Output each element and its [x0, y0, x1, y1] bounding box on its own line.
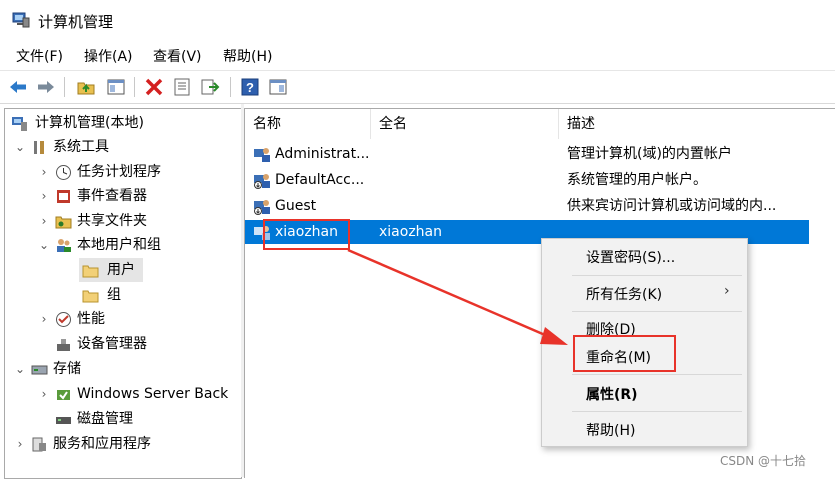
menu-bar: 文件(F) 操作(A) 查看(V) 帮助(H) — [0, 42, 835, 70]
menu-action[interactable]: 操作(A) — [84, 46, 133, 66]
menu-view[interactable]: 查看(V) — [153, 46, 202, 66]
view-icon[interactable] — [268, 77, 288, 97]
tree-groups[interactable]: 组 — [79, 283, 139, 307]
device-manager-icon — [57, 339, 70, 351]
tree-root[interactable]: 计算机管理(本地) — [9, 111, 239, 135]
properties-icon[interactable] — [172, 77, 192, 97]
chevron-right-icon[interactable]: › — [13, 432, 27, 456]
user-row[interactable]: Guest 供来宾访问计算机或访问域的内... — [245, 194, 835, 218]
user-icon — [254, 148, 270, 162]
chevron-down-icon[interactable]: ⌄ — [13, 135, 27, 159]
column-header-description[interactable]: 描述 — [559, 109, 835, 139]
performance-icon — [56, 312, 71, 327]
tree-users[interactable]: 用户 — [79, 258, 143, 282]
menu-separator — [572, 374, 742, 375]
menu-all-tasks[interactable]: 所有任务(K) — [586, 284, 662, 304]
tools-icon — [34, 141, 44, 154]
clock-icon — [56, 165, 71, 180]
tree-storage[interactable]: ⌄ 存储 — [13, 357, 239, 381]
user-row[interactable]: DefaultAcc... 系统管理的用户帐户。 — [245, 168, 835, 192]
tree-task-scheduler[interactable]: › 任务计划程序 — [37, 160, 239, 184]
export-icon[interactable] — [200, 77, 220, 97]
forward-arrow-icon[interactable] — [36, 77, 56, 97]
menu-set-password[interactable]: 设置密码(S)... — [586, 247, 675, 267]
submenu-arrow-icon: › — [724, 283, 730, 299]
delete-icon[interactable] — [144, 77, 164, 97]
menu-separator — [572, 311, 742, 312]
menu-file[interactable]: 文件(F) — [16, 46, 63, 66]
back-arrow-icon[interactable] — [8, 77, 28, 97]
column-header-fullname[interactable]: 全名 — [371, 109, 559, 139]
tree-system-tools[interactable]: ⌄ 系统工具 — [13, 135, 239, 159]
tree-local-users-groups[interactable]: ⌄ 本地用户和组 — [37, 233, 239, 257]
computer-management-icon — [12, 117, 27, 131]
user-icon — [254, 174, 270, 189]
folder-icon — [82, 265, 99, 278]
help-icon[interactable]: ? — [240, 77, 260, 97]
annotation-box-username — [263, 219, 350, 250]
tree-services-apps[interactable]: › 服务和应用程序 — [13, 432, 239, 456]
annotation-box-rename — [573, 335, 676, 372]
chevron-right-icon[interactable]: › — [37, 209, 51, 233]
event-viewer-icon — [57, 190, 70, 203]
chevron-right-icon[interactable]: › — [37, 307, 51, 331]
show-hide-tree-icon[interactable] — [106, 77, 126, 97]
user-row[interactable]: Administrat... 管理计算机(域)的内置帐户 — [245, 142, 835, 166]
chevron-right-icon[interactable]: › — [37, 184, 51, 208]
chevron-right-icon[interactable]: › — [37, 382, 51, 406]
menu-separator — [572, 411, 742, 412]
menu-separator — [572, 275, 742, 276]
tree-shared-folders[interactable]: › 共享文件夹 — [37, 209, 239, 233]
menu-help-item[interactable]: 帮助(H) — [586, 420, 635, 440]
backup-icon — [57, 390, 70, 400]
title-bar: 计算机管理 — [0, 0, 835, 42]
computer-management-icon — [12, 12, 30, 28]
tree-windows-server-backup[interactable]: › Windows Server Back — [37, 382, 239, 406]
menu-help[interactable]: 帮助(H) — [223, 46, 272, 66]
column-header-name[interactable]: 名称 — [245, 109, 371, 139]
up-folder-icon[interactable] — [76, 77, 96, 97]
shared-folder-icon — [55, 216, 72, 229]
console-tree[interactable]: 计算机管理(本地) ⌄ 系统工具 › 任务计划程序 › 事件查看器 › 共享文件… — [4, 108, 242, 479]
tree-performance[interactable]: › 性能 — [37, 307, 239, 331]
tree-disk-management[interactable]: 磁盘管理 — [37, 407, 239, 431]
window-title: 计算机管理 — [38, 13, 114, 31]
storage-icon — [31, 365, 48, 375]
folder-icon — [82, 290, 99, 303]
services-icon — [32, 437, 46, 452]
tree-event-viewer[interactable]: › 事件查看器 — [37, 184, 239, 208]
user-icon — [254, 200, 270, 215]
tree-device-manager[interactable]: 设备管理器 — [37, 332, 239, 356]
watermark: CSDN @十七拾 — [720, 454, 807, 468]
chevron-right-icon[interactable]: › — [37, 160, 51, 184]
toolbar: ? — [0, 70, 835, 104]
disk-icon — [56, 417, 71, 424]
menu-properties[interactable]: 属性(R) — [586, 384, 638, 404]
svg-text:?: ? — [246, 80, 254, 95]
chevron-down-icon[interactable]: ⌄ — [37, 233, 51, 257]
chevron-down-icon[interactable]: ⌄ — [13, 357, 27, 381]
users-group-icon — [57, 239, 71, 252]
